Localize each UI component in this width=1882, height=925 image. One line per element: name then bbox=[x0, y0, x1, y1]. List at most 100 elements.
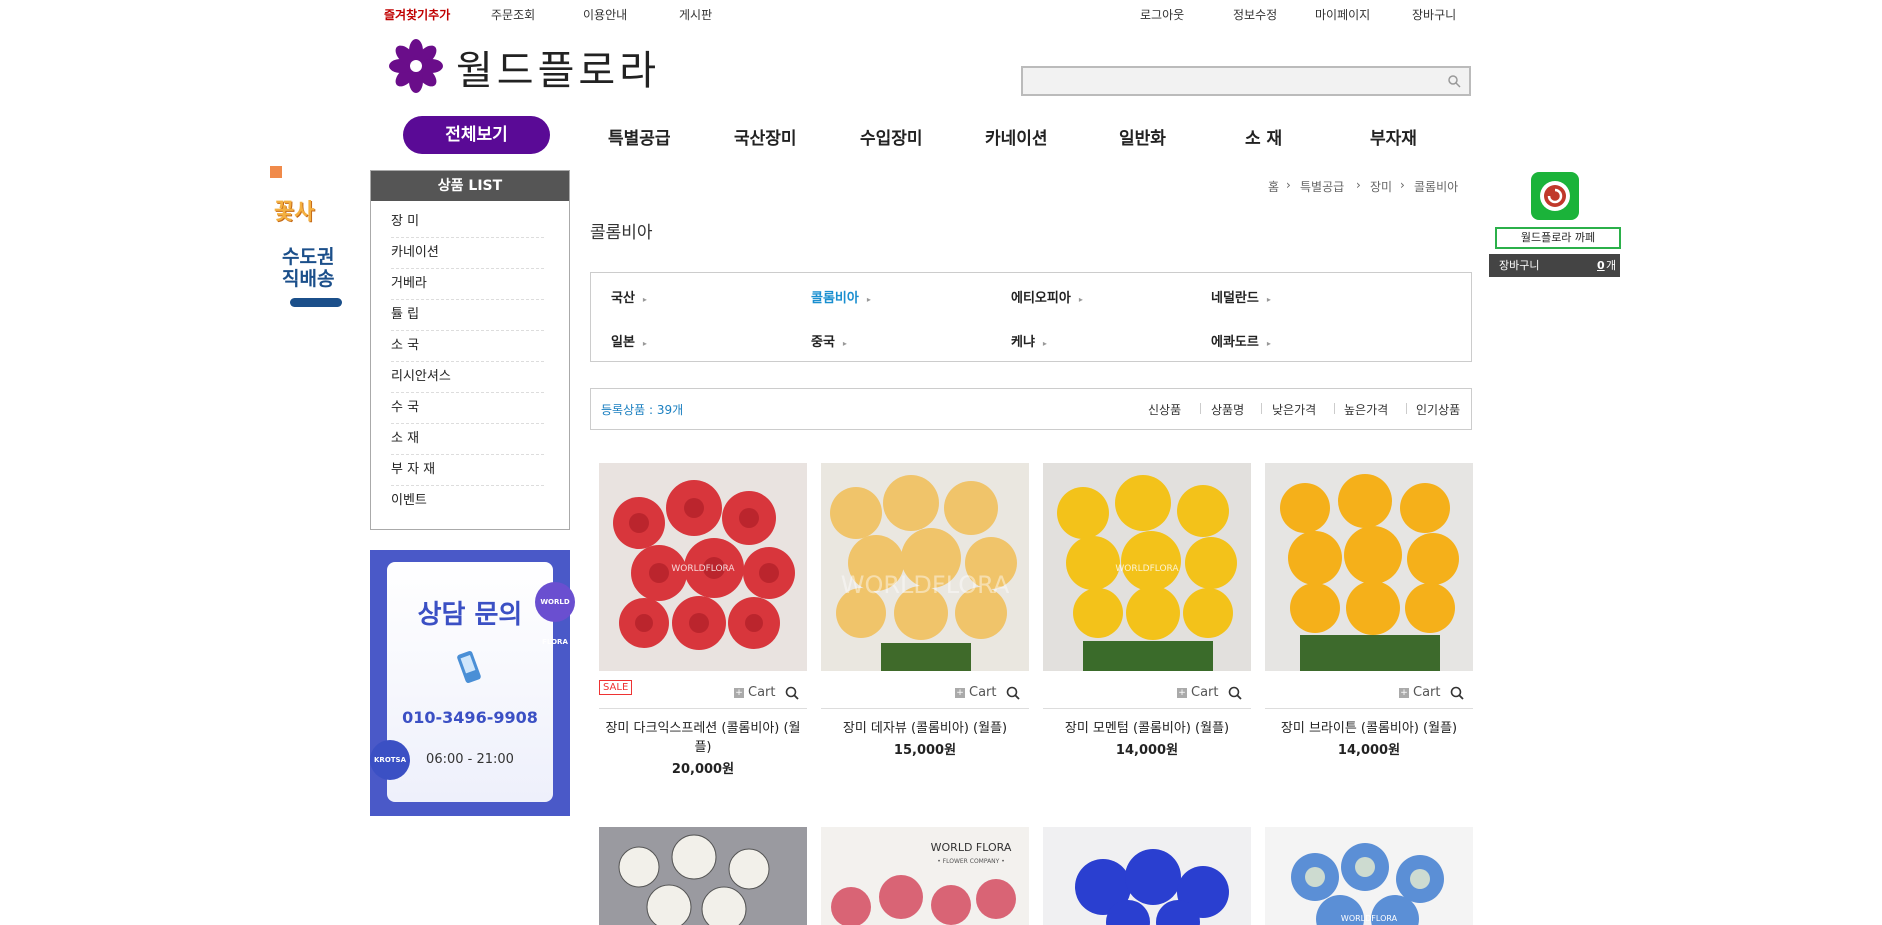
board-link[interactable]: 게시판 bbox=[679, 6, 712, 23]
zoom-icon[interactable] bbox=[785, 686, 799, 700]
quick-cart-count: 0 bbox=[1597, 259, 1605, 272]
cafe-icon[interactable] bbox=[1531, 172, 1579, 220]
product-image[interactable]: WORLDFLORA bbox=[1043, 463, 1251, 671]
sidebar-item-supplies[interactable]: 부 자 재 bbox=[391, 455, 544, 486]
origin-china[interactable]: 중국 ▸ bbox=[811, 331, 847, 350]
sale-badge: SALE bbox=[599, 680, 633, 695]
sort-high-price[interactable]: 높은가격 bbox=[1344, 401, 1388, 418]
nav-general-flower[interactable]: 일반화 bbox=[1119, 124, 1166, 149]
breadcrumb-special[interactable]: 특별공급 bbox=[1300, 178, 1344, 195]
sort-divider bbox=[1406, 403, 1407, 414]
consult-card: 상담 문의 010-3496-9908 06:00 - 21:00 bbox=[387, 562, 553, 802]
sidebar-item-event[interactable]: 이벤트 bbox=[391, 486, 544, 516]
nav-domestic-rose[interactable]: 국산장미 bbox=[734, 124, 797, 149]
breadcrumb-sep-icon: › bbox=[1356, 178, 1361, 192]
product-image[interactable]: WORLDFLORA bbox=[599, 463, 807, 671]
product-list-title: 상품 LIST bbox=[371, 171, 569, 201]
watermark: WORLDFLORA bbox=[1341, 914, 1398, 923]
origin-domestic[interactable]: 국산 ▸ bbox=[611, 287, 647, 306]
cart-link[interactable]: 장바구니 bbox=[1412, 6, 1456, 23]
consult-title: 상담 문의 bbox=[417, 600, 523, 630]
watermark: WORLDFLORA bbox=[841, 571, 1010, 599]
zoom-icon[interactable] bbox=[1006, 686, 1020, 700]
flower-logo-icon[interactable] bbox=[388, 38, 444, 94]
product-image[interactable]: WORLDFLORA bbox=[1265, 827, 1473, 925]
sidebar-item-spray-mum[interactable]: 소 국 bbox=[391, 331, 544, 362]
logout-link[interactable]: 로그아웃 bbox=[1140, 6, 1184, 23]
world-flora-badge: WORLD FLORA bbox=[535, 582, 575, 646]
sort-bar: 등록상품 : 39개 신상품 상품명 낮은가격 높은가격 인기상품 bbox=[590, 388, 1472, 430]
sidebar-item-rose[interactable]: 장 미 bbox=[391, 207, 544, 238]
product-list-sidebar: 상품 LIST 장 미 카네이션 거베라 튤 립 소 국 리시안셔스 수 국 소… bbox=[370, 170, 570, 530]
delivery-banner[interactable]: 꽃사 수도권 직배송 bbox=[268, 166, 348, 311]
nav-special[interactable]: 특별공급 bbox=[608, 124, 671, 149]
sort-low-price[interactable]: 낮은가격 bbox=[1272, 401, 1316, 418]
product-image[interactable] bbox=[599, 827, 807, 925]
product-image[interactable] bbox=[1043, 827, 1251, 925]
sidebar-item-lisianthus[interactable]: 리시안셔스 bbox=[391, 362, 544, 393]
product-image[interactable]: WORLDFLORA bbox=[821, 463, 1029, 671]
breadcrumb-home[interactable]: 홈 bbox=[1268, 178, 1279, 195]
zoom-icon[interactable] bbox=[1450, 686, 1464, 700]
origin-filter: 국산 ▸ 콜롬비아 ▸ 에티오피아 ▸ 네덜란드 ▸ 일본 ▸ 중국 ▸ 케냐 ▸ 에콰도르 ▸ bbox=[590, 272, 1472, 362]
krotsa-badge: KROTSA bbox=[370, 740, 410, 780]
sidebar-item-gerbera[interactable]: 거베라 bbox=[391, 269, 544, 300]
divider bbox=[821, 708, 1029, 709]
consult-banner[interactable]: 상담 문의 010-3496-9908 06:00 - 21:00 WORLD … bbox=[370, 550, 575, 816]
product-name[interactable]: 장미 다크익스프레션 (콜롬비아) (월플) bbox=[599, 719, 807, 757]
add-to-cart-button[interactable]: + Cart bbox=[1177, 685, 1219, 700]
origin-netherlands[interactable]: 네덜란드 ▸ bbox=[1211, 287, 1271, 306]
nav-imported-rose[interactable]: 수입장미 bbox=[860, 124, 923, 149]
watermark: WORLDFLORA bbox=[671, 564, 735, 574]
cafe-link[interactable]: 월드플로라 까페 bbox=[1495, 227, 1621, 249]
rose-photo bbox=[1043, 827, 1251, 925]
origin-colombia[interactable]: 콜롬비아 ▸ bbox=[811, 287, 871, 306]
nav-all-button[interactable]: 전체보기 bbox=[403, 116, 550, 154]
product-image[interactable] bbox=[1265, 463, 1473, 671]
zoom-icon[interactable] bbox=[1228, 686, 1242, 700]
edit-info-link[interactable]: 정보수정 bbox=[1233, 6, 1277, 23]
phone-icon bbox=[457, 651, 481, 683]
ribbon-icon bbox=[270, 166, 282, 178]
add-to-cart-button[interactable]: + Cart bbox=[734, 685, 776, 700]
sidebar-item-hydrangea[interactable]: 수 국 bbox=[391, 393, 544, 424]
breadcrumb-colombia[interactable]: 콜롬비아 bbox=[1414, 178, 1458, 195]
breadcrumb-rose[interactable]: 장미 bbox=[1370, 178, 1392, 195]
rose-photo bbox=[599, 827, 807, 925]
product-name[interactable]: 장미 브라이튼 (콜롬비아) (월플) bbox=[1265, 719, 1473, 738]
order-lookup-link[interactable]: 주문조회 bbox=[491, 6, 535, 23]
sidebar-item-foliage[interactable]: 소 재 bbox=[391, 424, 544, 455]
product-name[interactable]: 장미 데자뷰 (콜롬비아) (월플) bbox=[821, 719, 1029, 738]
sort-name[interactable]: 상품명 bbox=[1211, 401, 1244, 418]
product-name[interactable]: 장미 모멘텀 (콜롬비아) (월플) bbox=[1043, 719, 1251, 738]
sort-popular[interactable]: 인기상품 bbox=[1416, 401, 1460, 418]
add-to-cart-button[interactable]: + Cart bbox=[1399, 685, 1441, 700]
origin-ecuador[interactable]: 에콰도르 ▸ bbox=[1211, 331, 1271, 350]
breadcrumb-sep-icon: › bbox=[1400, 178, 1405, 192]
site-logo-text[interactable]: 월드플로라 bbox=[456, 38, 660, 96]
nav-supplies[interactable]: 부자재 bbox=[1370, 124, 1417, 149]
bookmark-link[interactable]: 즐겨찾기추가 bbox=[384, 6, 450, 23]
divider bbox=[1043, 708, 1251, 709]
quick-cart[interactable]: 장바구니 0 개 bbox=[1489, 254, 1620, 277]
guide-link[interactable]: 이용안내 bbox=[583, 6, 627, 23]
origin-kenya[interactable]: 케냐 ▸ bbox=[1011, 331, 1047, 350]
product-price: 14,000원 bbox=[1115, 743, 1179, 758]
rose-photo bbox=[1265, 463, 1473, 671]
add-to-cart-button[interactable]: + Cart bbox=[955, 685, 997, 700]
plus-icon: + bbox=[734, 687, 744, 698]
sidebar-item-carnation[interactable]: 카네이션 bbox=[391, 238, 544, 269]
origin-japan[interactable]: 일본 ▸ bbox=[611, 331, 647, 350]
watermark: WORLDFLORA bbox=[1115, 564, 1179, 574]
origin-ethiopia[interactable]: 에티오피아 ▸ bbox=[1011, 287, 1083, 306]
search-icon[interactable] bbox=[1447, 74, 1461, 88]
rose-photo: WORLDFLORA bbox=[599, 463, 807, 671]
product-price: 15,000원 bbox=[893, 743, 957, 758]
sort-newest[interactable]: 신상품 bbox=[1148, 401, 1181, 418]
product-image[interactable]: WORLD FLORA • FLOWER COMPANY • bbox=[821, 827, 1029, 925]
sidebar-item-tulip[interactable]: 튤 립 bbox=[391, 300, 544, 331]
search-input[interactable] bbox=[1023, 68, 1439, 92]
nav-foliage[interactable]: 소 재 bbox=[1245, 124, 1282, 149]
mypage-link[interactable]: 마이페이지 bbox=[1315, 6, 1370, 23]
nav-carnation[interactable]: 카네이션 bbox=[985, 124, 1048, 149]
